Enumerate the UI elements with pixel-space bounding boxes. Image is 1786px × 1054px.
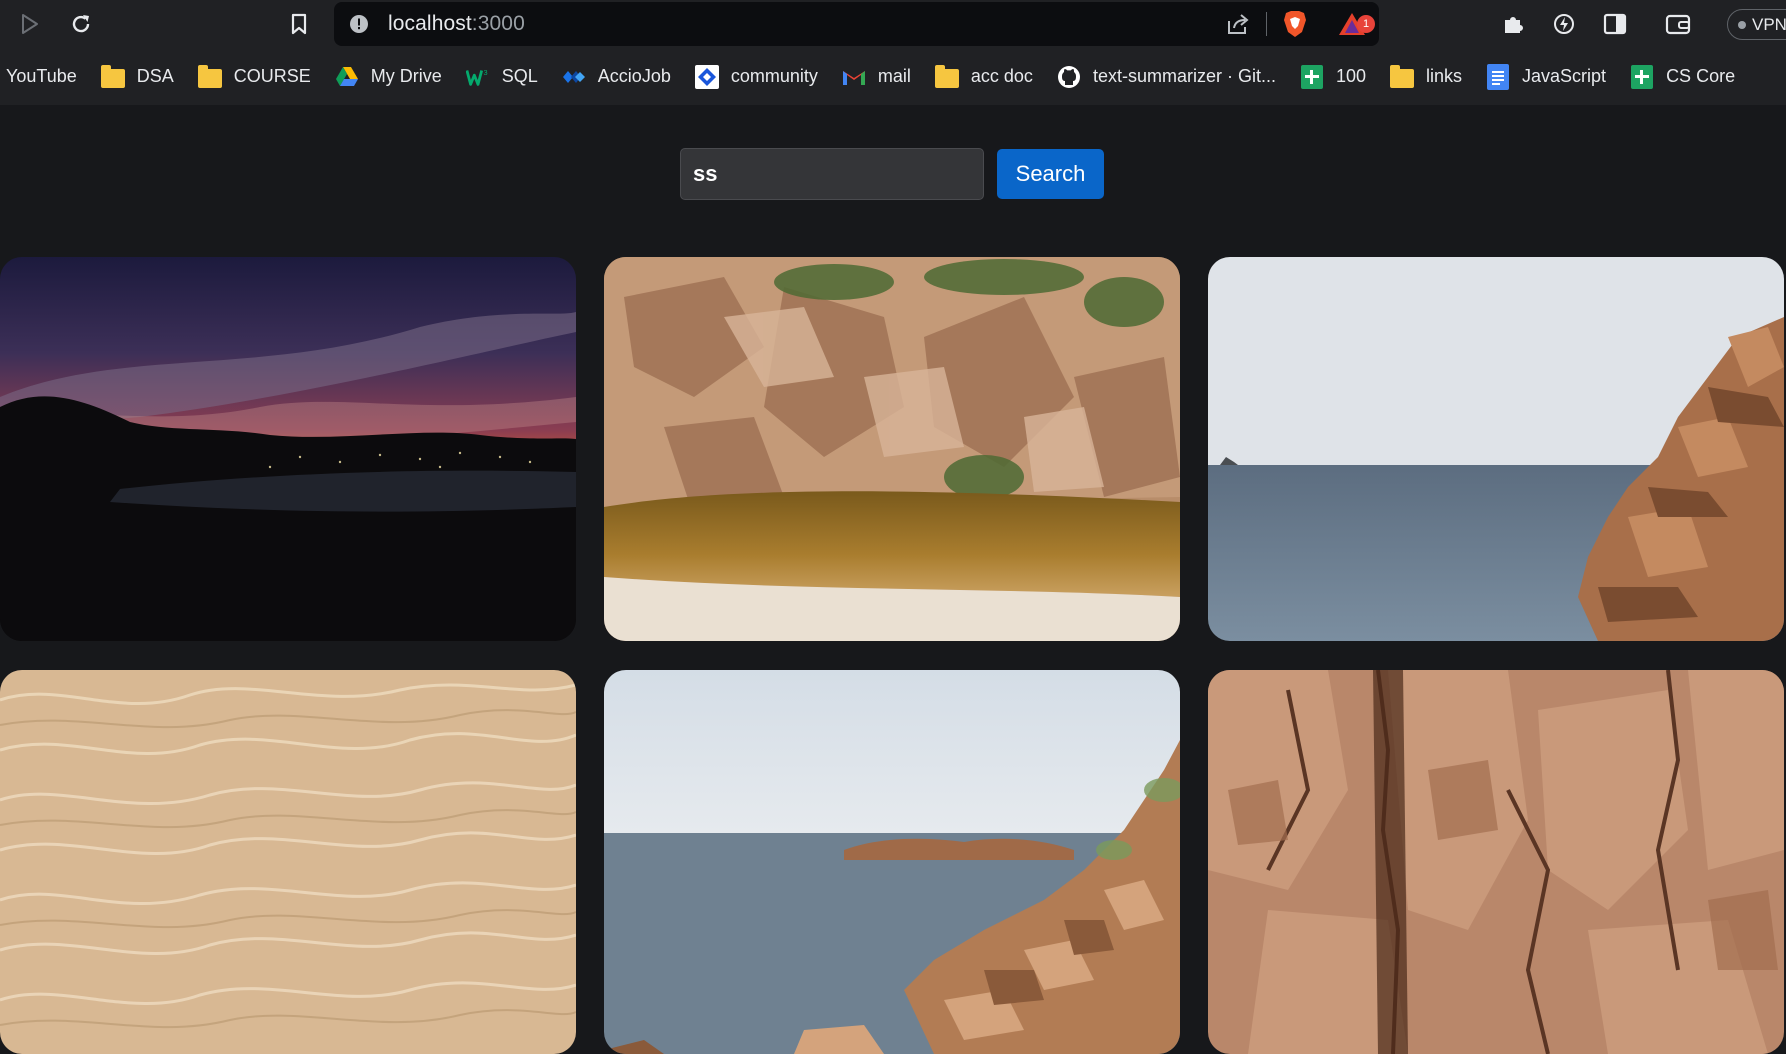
search-input[interactable] [680, 148, 984, 200]
bookmark-dsa[interactable]: DSA [100, 59, 184, 95]
vpn-status-dot [1738, 20, 1746, 29]
gallery-image-rocky-lagoon[interactable] [604, 257, 1180, 641]
rewards-badge: 1 [1357, 15, 1375, 33]
folder-icon [197, 64, 222, 89]
bookmark-label: CS Core [1666, 66, 1736, 86]
community-icon [694, 64, 719, 89]
site-info-icon[interactable] [348, 13, 370, 35]
bookmark-youtube[interactable]: YouTube [0, 59, 87, 95]
browser-toolbar: localhost:3000 1 VPN [0, 0, 1786, 48]
folder-icon [100, 64, 125, 89]
google-sheets-icon [1630, 64, 1654, 89]
brave-shields-icon[interactable] [1281, 9, 1309, 39]
reload-icon[interactable] [65, 8, 97, 40]
bookmark-label: YouTube [6, 66, 77, 86]
bookmark-my-drive[interactable]: My Drive [335, 59, 452, 95]
bookmark-text-summarizer[interactable]: text-summarizer · Git... [1057, 59, 1286, 95]
brave-rewards-icon[interactable]: 1 [1335, 7, 1375, 41]
search-bar: Search [680, 148, 1104, 200]
url-text: localhost:3000 [388, 12, 525, 36]
bookmark-label: COURSE [233, 66, 311, 86]
vpn-button[interactable]: VPN [1727, 9, 1786, 40]
bookmark-acc-doc[interactable]: acc doc [934, 59, 1043, 95]
folder-icon [1390, 64, 1414, 89]
gallery-image-rock-face[interactable] [1208, 670, 1784, 1054]
url-host: localhost [388, 12, 472, 35]
url-port: :3000 [471, 12, 525, 35]
bookmark-label: acc doc [970, 66, 1033, 86]
w3schools-icon: 3 [465, 65, 490, 89]
bookmark-100[interactable]: 100 [1300, 59, 1376, 95]
vpn-label: VPN [1752, 14, 1786, 34]
address-bar[interactable]: localhost:3000 1 [334, 2, 1379, 46]
bookmark-javascript[interactable]: JavaScript [1486, 59, 1616, 95]
bookmark-cs-core[interactable]: CS Core [1630, 59, 1745, 95]
folder-icon [934, 64, 959, 89]
bookmark-icon[interactable] [283, 8, 315, 40]
bookmark-community[interactable]: community [694, 59, 828, 95]
bookmark-label: JavaScript [1522, 66, 1607, 86]
bookmark-mail[interactable]: mail [842, 59, 921, 95]
bookmark-label: AccioJob [597, 66, 671, 86]
bookmark-label: 100 [1335, 66, 1366, 86]
google-sheets-icon [1300, 64, 1324, 89]
bookmark-label: community [730, 66, 818, 86]
bookmarks-bar: YouTube DSA COURSE My Drive 3 SQL AccioJ… [0, 48, 1786, 105]
omnibox-divider [1266, 12, 1267, 36]
bookmark-links[interactable]: links [1390, 59, 1472, 95]
bookmark-label: links [1426, 66, 1463, 86]
gallery-image-sea-rock[interactable] [1208, 257, 1784, 641]
speed-reader-icon[interactable] [1548, 8, 1580, 40]
share-icon[interactable] [1224, 10, 1252, 38]
acciojob-icon [562, 65, 586, 89]
bookmark-sql[interactable]: 3 SQL [465, 59, 548, 95]
gallery-image-clear-water[interactable] [0, 670, 576, 1054]
wallet-icon[interactable] [1662, 8, 1694, 40]
gallery-image-sunset[interactable] [0, 257, 576, 641]
github-icon [1057, 65, 1081, 89]
bookmark-label: mail [877, 66, 911, 86]
search-button[interactable]: Search [997, 149, 1104, 199]
bookmark-label: text-summarizer · Git... [1092, 66, 1276, 86]
play-icon[interactable] [14, 8, 46, 40]
svg-text:3: 3 [483, 68, 487, 77]
gmail-icon [842, 65, 866, 89]
sidebar-icon[interactable] [1599, 8, 1631, 40]
bookmark-label: SQL [501, 66, 538, 86]
bookmark-course[interactable]: COURSE [197, 59, 321, 95]
gallery-image-rocky-coast[interactable] [604, 670, 1180, 1054]
bookmark-label: DSA [136, 66, 174, 86]
google-docs-icon [1486, 63, 1510, 90]
extensions-icon[interactable] [1497, 8, 1529, 40]
bookmark-acciojob[interactable]: AccioJob [562, 59, 681, 95]
bookmark-label: My Drive [370, 66, 442, 86]
google-drive-icon [335, 65, 359, 89]
